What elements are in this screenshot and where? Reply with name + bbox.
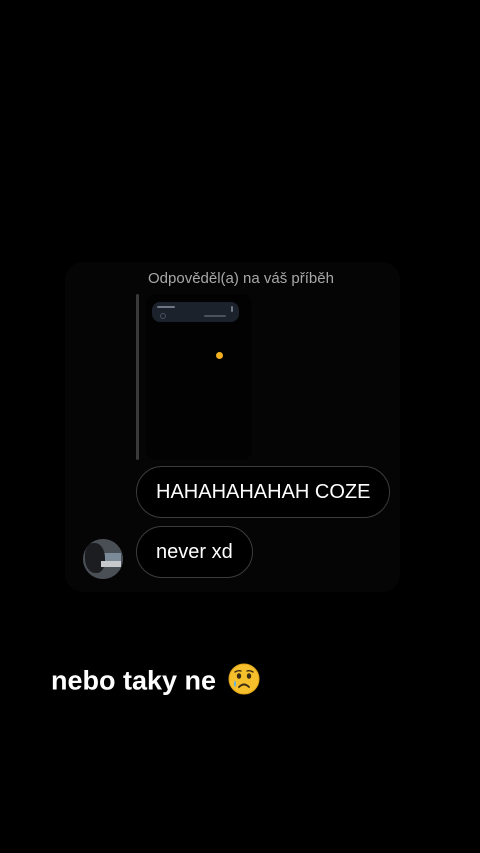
avatar[interactable] — [83, 539, 123, 579]
message-bubble[interactable]: HAHAHAHAHAH COZE — [136, 466, 391, 518]
message-bubble[interactable]: never xd — [136, 526, 253, 578]
thumbnail-notification-pill — [152, 302, 239, 322]
story-caption: nebo taky ne — [51, 663, 260, 697]
quote-bar — [136, 294, 139, 460]
caption-text: nebo taky ne — [51, 665, 217, 696]
sad-tear-face-icon — [228, 663, 260, 695]
story-thumbnail[interactable] — [146, 294, 252, 460]
reply-header: Odpověděl(a) na váš příběh — [148, 270, 334, 287]
thumbnail-emoji-icon — [216, 352, 223, 359]
